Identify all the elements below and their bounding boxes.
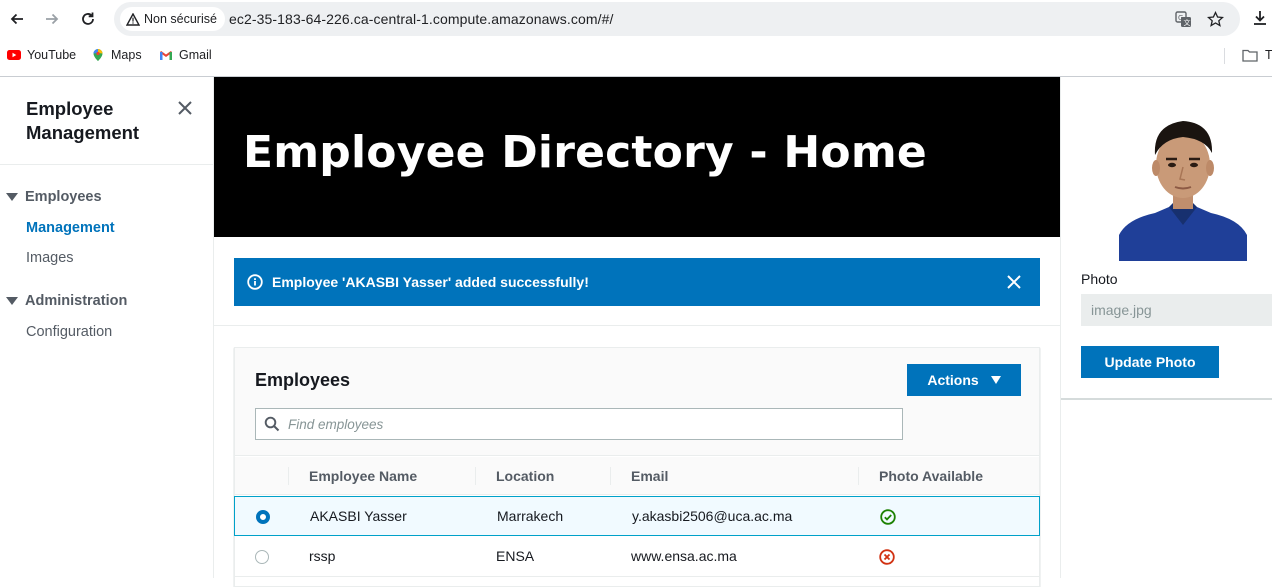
forward-button[interactable] (41, 8, 63, 30)
table-column-headers: Employee Name Location Email Photo Avail… (235, 457, 1039, 495)
portrait-image (1119, 113, 1247, 261)
cell-email: y.akasbi2506@uca.ac.ma (632, 508, 793, 524)
security-chip[interactable]: Non sécurisé (120, 7, 225, 31)
arrow-left-icon (10, 13, 23, 25)
column-divider (288, 467, 289, 485)
table-row[interactable]: rssp ENSA www.ensa.ac.ma (235, 537, 1039, 577)
column-header-email[interactable]: Email (631, 468, 668, 484)
caret-down-icon (6, 193, 18, 201)
photo-file-input[interactable]: image.jpg (1081, 294, 1272, 326)
employees-table: Employees Actions Employee Name Location… (234, 347, 1040, 587)
maps-icon (91, 48, 105, 62)
star-icon (1206, 10, 1224, 27)
page-header: Employee Directory - Home (214, 77, 1060, 237)
column-divider (610, 467, 611, 485)
cell-name: AKASBI Yasser (310, 508, 407, 524)
panel-divider (1061, 398, 1272, 400)
section-label: Employees (25, 189, 102, 205)
folder-icon (1242, 49, 1258, 62)
actions-button[interactable]: Actions (907, 364, 1021, 396)
sidebar-item-images[interactable]: Images (26, 250, 74, 266)
bookmarks-bar: YouTube Maps Gmail (0, 40, 1272, 72)
sidebar-title: Employee Management (26, 98, 140, 143)
security-label: Non sécurisé (144, 12, 217, 26)
sidebar-item-management[interactable]: Management (26, 220, 115, 236)
column-header-name[interactable]: Employee Name (309, 468, 417, 484)
bookmark-label: YouTube (27, 48, 77, 62)
close-sidebar-button[interactable] (176, 99, 194, 117)
download-icon (1254, 11, 1266, 25)
employee-photo-panel: Photo image.jpg Update Photo (1060, 77, 1272, 578)
bookmark-youtube[interactable]: YouTube (7, 48, 76, 62)
cell-email: www.ensa.ac.ma (631, 548, 737, 564)
actions-label: Actions (927, 372, 979, 388)
row-radio-selected[interactable] (256, 510, 270, 524)
main-content: Employee Directory - Home Employee 'AKAS… (214, 77, 1060, 587)
content-divider (214, 325, 1060, 326)
sidebar-section-employees[interactable]: Employees (6, 189, 102, 205)
bookmark-folder[interactable]: T (1242, 48, 1272, 62)
sidebar-divider (0, 164, 214, 165)
bookmark-gmail[interactable]: Gmail (159, 48, 212, 62)
cell-location: Marrakech (497, 508, 564, 524)
table-header: Employees Actions (235, 348, 1039, 456)
column-divider (475, 467, 476, 485)
flash-message: Employee 'AKASBI Yasser' added successfu… (272, 274, 589, 290)
address-bar[interactable]: Non sécurisé ec2-35-183-64-226.ca-centra… (114, 2, 1240, 36)
cell-location: ENSA (496, 548, 535, 564)
table-title: Employees (255, 370, 351, 390)
youtube-icon (7, 48, 21, 62)
translate-icon: G文 (1174, 10, 1191, 27)
error-circle-icon (879, 549, 895, 565)
sidebar-section-administration[interactable]: Administration (6, 293, 127, 309)
search-box (255, 408, 903, 440)
back-button[interactable] (6, 8, 28, 30)
column-header-photo[interactable]: Photo Available (879, 468, 983, 484)
page-title: Employee Directory - Home (243, 127, 927, 178)
bookmark-label: Maps (111, 48, 142, 62)
row-radio[interactable] (255, 550, 269, 564)
employee-photo (1119, 113, 1247, 261)
url-text[interactable]: ec2-35-183-64-226.ca-central-1.compute.a… (229, 11, 613, 27)
bookmarks-separator (1224, 48, 1225, 64)
column-header-location[interactable]: Location (496, 468, 554, 484)
bookmark-maps[interactable]: Maps (91, 48, 142, 62)
search-icon (264, 416, 280, 432)
cell-name: rssp (309, 548, 336, 564)
translate-button[interactable]: G文 (1174, 10, 1192, 28)
table-row[interactable]: AKASBI Yasser Marrakech y.akasbi2506@uca… (234, 496, 1040, 536)
bookmark-label: Gmail (179, 48, 212, 62)
search-input[interactable] (288, 416, 888, 432)
arrow-right-icon (46, 13, 59, 25)
browser-toolbar: Non sécurisé ec2-35-183-64-226.ca-centra… (0, 0, 1272, 38)
success-flashbar: Employee 'AKASBI Yasser' added successfu… (234, 258, 1040, 306)
caret-down-icon (990, 376, 1001, 384)
info-icon (247, 274, 263, 290)
side-navigation: Employee Management Employees Management… (0, 77, 214, 578)
sidebar-item-configuration[interactable]: Configuration (26, 324, 112, 340)
svg-text:文: 文 (1183, 18, 1190, 27)
photo-field-label: Photo (1081, 271, 1118, 287)
reload-icon (82, 12, 94, 25)
warning-icon (126, 12, 140, 26)
dismiss-icon[interactable] (1006, 274, 1022, 290)
download-button[interactable] (1252, 10, 1268, 31)
content-body: Employee 'AKASBI Yasser' added successfu… (214, 237, 1060, 587)
check-circle-icon (880, 509, 896, 525)
column-divider (858, 467, 859, 485)
section-label: Administration (25, 293, 128, 309)
folder-label: T (1265, 48, 1272, 62)
update-photo-button[interactable]: Update Photo (1081, 346, 1219, 378)
close-icon (178, 101, 192, 115)
gmail-icon (159, 48, 173, 62)
caret-down-icon (6, 297, 18, 305)
reload-button[interactable] (77, 8, 99, 30)
bookmark-star-button[interactable] (1206, 10, 1224, 28)
